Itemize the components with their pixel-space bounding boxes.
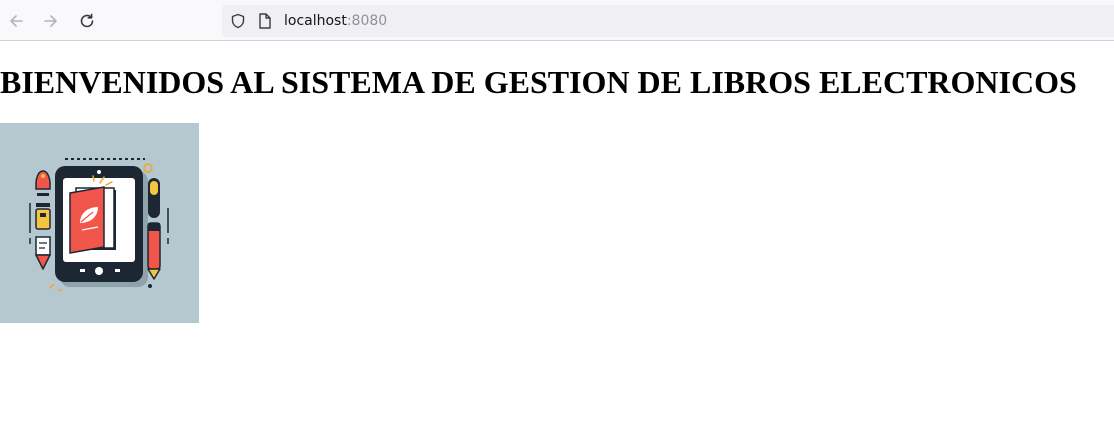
arrow-right-icon [44,15,57,27]
url-text[interactable]: localhost:8080 [284,12,387,30]
reload-button[interactable] [74,8,100,34]
forward-button[interactable] [38,8,64,34]
url-port: :8080 [346,13,388,29]
shield-icon[interactable] [230,13,246,29]
back-button[interactable] [3,8,29,34]
reload-icon [80,13,94,28]
ebook-reader-icon [0,123,199,323]
page-title: BIENVENIDOS AL SISTEMA DE GESTION DE LIB… [0,64,1077,100]
url-bar[interactable]: localhost:8080 [222,5,1114,37]
arrow-left-icon [10,15,23,27]
page-icon[interactable] [258,13,272,29]
url-host: localhost [284,13,347,29]
browser-toolbar: localhost:8080 [0,0,1114,41]
ebook-illustration [0,123,199,323]
